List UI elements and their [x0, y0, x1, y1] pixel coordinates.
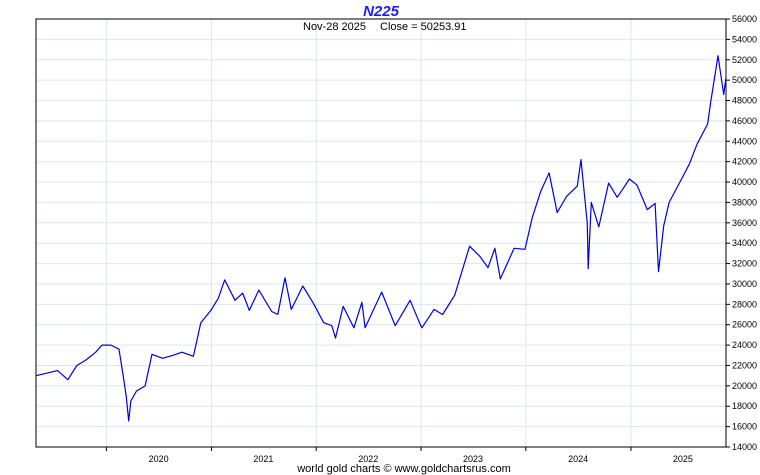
y-tick-label: 14000: [732, 442, 757, 452]
series-group: [35, 55, 727, 422]
chart-footer: world gold charts © www.goldchartsrus.co…: [296, 463, 511, 475]
y-tick-label: 16000: [732, 422, 757, 432]
y-tick-label: 18000: [732, 401, 757, 411]
grid-lines: [36, 18, 726, 448]
y-tick-label: 50000: [732, 75, 757, 85]
y-tick-label: 40000: [732, 177, 757, 187]
y-tick-label: 44000: [732, 136, 757, 146]
y-axis: 14000 16000 18000 20000 22000 24000 26000 28000…: [726, 14, 757, 452]
y-tick-label: 28000: [732, 299, 757, 309]
y-tick-label: 34000: [732, 238, 757, 248]
chart-title: N225: [363, 3, 400, 20]
y-tick-label: 48000: [732, 96, 757, 106]
y-tick-label: 20000: [732, 381, 757, 391]
x-tick-label: 2025: [673, 454, 693, 464]
y-tick-label: 46000: [732, 116, 757, 126]
y-tick-label: 54000: [732, 34, 757, 44]
y-tick-label: 36000: [732, 218, 757, 228]
y-tick-label: 38000: [732, 197, 757, 207]
x-tick-label: 2024: [568, 454, 588, 464]
series-line: [35, 55, 727, 422]
y-tick-label: 32000: [732, 259, 757, 269]
x-axis: 2020 2021 2022 2023 2024 2025: [105, 447, 693, 464]
x-tick-label: 2020: [149, 454, 169, 464]
y-tick-label: 24000: [732, 340, 757, 350]
y-tick-label: 56000: [732, 14, 757, 24]
y-tick-label: 30000: [732, 279, 757, 289]
y-tick-label: 22000: [732, 360, 757, 370]
x-tick-label: 2021: [253, 454, 273, 464]
y-tick-label: 26000: [732, 320, 757, 330]
chart-svg: N225 Nov-28 2025 Close = 50253.91 140001…: [35, 3, 757, 475]
y-tick-label: 52000: [732, 55, 757, 65]
plot-area-border: [35, 18, 727, 448]
chart-subtitle-close: Close = 50253.91: [380, 21, 467, 33]
chart-subtitle-date: Nov-28 2025: [303, 21, 366, 33]
y-tick-label: 42000: [732, 157, 757, 167]
